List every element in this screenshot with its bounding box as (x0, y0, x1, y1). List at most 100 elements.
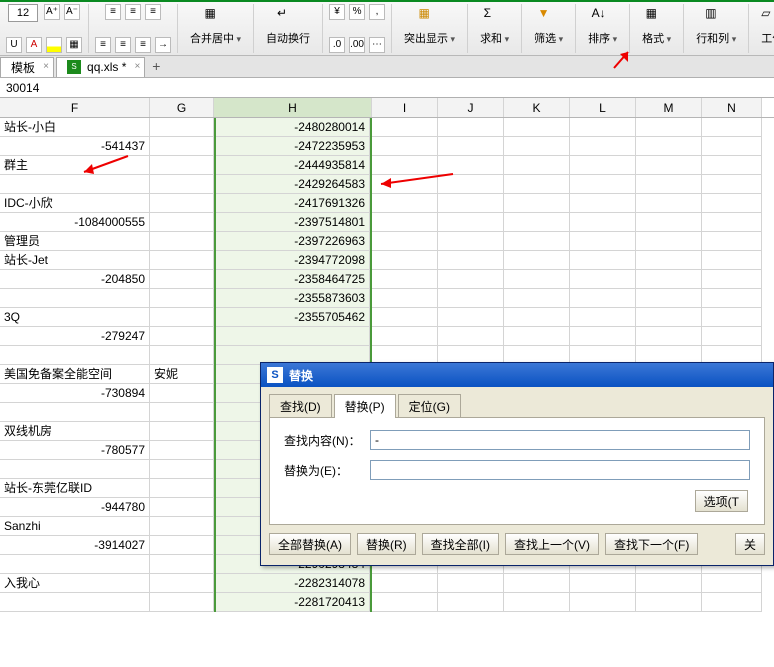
formula-bar[interactable]: 30014 (0, 78, 774, 98)
cell[interactable] (438, 270, 504, 289)
fill-color-icon[interactable] (46, 37, 62, 53)
cell[interactable] (702, 232, 762, 251)
cell[interactable] (636, 327, 702, 346)
cell[interactable] (702, 574, 762, 593)
cell[interactable]: -279247 (0, 327, 150, 346)
find-next-button[interactable]: 查找下一个(F) (605, 533, 698, 555)
tab-replace[interactable]: 替换(P) (334, 394, 396, 418)
cell[interactable] (150, 574, 214, 593)
cell[interactable] (504, 251, 570, 270)
cell[interactable]: -2480280014 (216, 118, 370, 137)
cell[interactable]: -2472235953 (216, 137, 370, 156)
sum-button[interactable]: Σ 求和 (474, 4, 515, 48)
col-header-J[interactable]: J (438, 98, 504, 117)
cell[interactable] (438, 308, 504, 327)
cell[interactable] (504, 156, 570, 175)
sort-button[interactable]: A↓ 排序 (582, 4, 623, 48)
merge-center-button[interactable]: ▦ 合并居中 (184, 4, 247, 48)
cell[interactable] (504, 327, 570, 346)
add-tab-button[interactable]: + (147, 58, 165, 76)
cell[interactable] (438, 213, 504, 232)
cell[interactable] (150, 156, 214, 175)
cell[interactable] (150, 536, 214, 555)
font-size-box[interactable]: 12 (8, 4, 38, 22)
cell[interactable]: -2417691326 (216, 194, 370, 213)
replace-button[interactable]: 替换(R) (357, 533, 416, 555)
cell[interactable] (504, 574, 570, 593)
cell[interactable] (438, 232, 504, 251)
cell[interactable] (636, 156, 702, 175)
cell[interactable] (702, 270, 762, 289)
cell[interactable] (150, 289, 214, 308)
find-all-button[interactable]: 查找全部(I) (422, 533, 499, 555)
cell[interactable]: -2444935814 (216, 156, 370, 175)
cell[interactable] (570, 156, 636, 175)
cell[interactable] (504, 118, 570, 137)
replace-all-button[interactable]: 全部替换(A) (269, 533, 351, 555)
cell[interactable] (504, 175, 570, 194)
cell[interactable] (0, 346, 150, 365)
cell[interactable] (504, 137, 570, 156)
cell[interactable] (570, 308, 636, 327)
dialog-titlebar[interactable]: S 替换 (261, 363, 773, 387)
cell[interactable]: 3Q (0, 308, 150, 327)
align-top-icon[interactable]: ≡ (105, 4, 121, 20)
cell[interactable] (636, 574, 702, 593)
cell[interactable] (150, 175, 214, 194)
cell[interactable] (438, 118, 504, 137)
cell[interactable]: 站长-东莞亿联ID (0, 479, 150, 498)
cell[interactable] (150, 232, 214, 251)
cell[interactable] (0, 175, 150, 194)
cell[interactable] (636, 289, 702, 308)
cell[interactable] (150, 213, 214, 232)
cell[interactable] (150, 403, 214, 422)
cell[interactable] (0, 403, 150, 422)
comma-icon[interactable]: , (369, 4, 385, 20)
numfmt-icon[interactable]: ⋯ (369, 37, 385, 53)
cell[interactable]: -204850 (0, 270, 150, 289)
cell[interactable] (702, 175, 762, 194)
cell[interactable] (570, 175, 636, 194)
cell[interactable]: 站长-小白 (0, 118, 150, 137)
cell[interactable] (636, 175, 702, 194)
cell[interactable]: 入我心 (0, 574, 150, 593)
cell[interactable] (150, 194, 214, 213)
cell[interactable] (570, 251, 636, 270)
cell[interactable] (636, 118, 702, 137)
align-right-icon[interactable]: ≡ (135, 37, 151, 53)
cell[interactable] (702, 308, 762, 327)
cell[interactable] (372, 270, 438, 289)
cell[interactable]: 美国免备案全能空间 (0, 365, 150, 384)
cell[interactable] (372, 232, 438, 251)
cell[interactable] (372, 137, 438, 156)
col-header-G[interactable]: G (150, 98, 214, 117)
cell[interactable] (150, 422, 214, 441)
cell[interactable] (702, 289, 762, 308)
currency-icon[interactable]: ¥ (329, 4, 345, 20)
border-icon[interactable]: ▦ (66, 37, 82, 53)
inc-decimal-icon[interactable]: .0 (329, 37, 345, 53)
cell[interactable] (438, 289, 504, 308)
cell[interactable] (702, 118, 762, 137)
col-header-L[interactable]: L (570, 98, 636, 117)
cell[interactable] (570, 327, 636, 346)
cell[interactable] (150, 593, 214, 612)
col-header-I[interactable]: I (372, 98, 438, 117)
cell[interactable] (372, 327, 438, 346)
align-mid-icon[interactable]: ≡ (125, 4, 141, 20)
cell[interactable]: -2282314078 (216, 574, 370, 593)
cell[interactable] (504, 194, 570, 213)
cell[interactable] (438, 593, 504, 612)
cell[interactable] (504, 289, 570, 308)
cell[interactable]: -944780 (0, 498, 150, 517)
cell[interactable] (438, 327, 504, 346)
align-center-icon[interactable]: ≡ (115, 37, 131, 53)
cell[interactable] (372, 574, 438, 593)
cell[interactable] (702, 137, 762, 156)
decrease-font-icon[interactable]: A⁻ (64, 4, 80, 20)
cell[interactable]: -3914027 (0, 536, 150, 555)
cell[interactable] (570, 574, 636, 593)
cell[interactable] (702, 327, 762, 346)
percent-icon[interactable]: % (349, 4, 365, 20)
cell[interactable] (702, 194, 762, 213)
